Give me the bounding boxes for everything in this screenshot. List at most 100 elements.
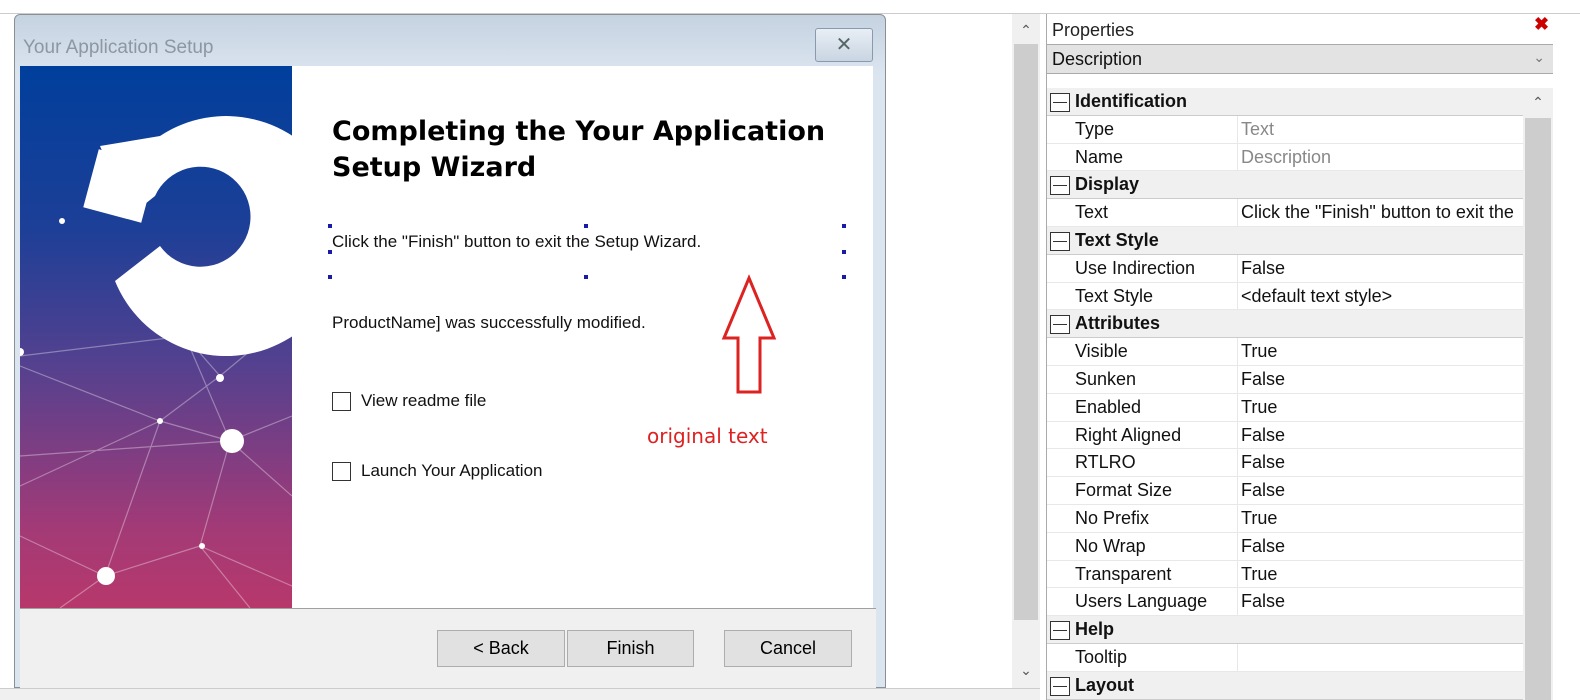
wizard-content: Completing the Your Application Setup Wi… [292, 66, 873, 608]
selection-handle[interactable] [328, 275, 332, 279]
selection-handle[interactable] [842, 224, 846, 228]
property-category[interactable]: Attributes [1047, 310, 1523, 339]
property-row[interactable]: Type Text [1047, 115, 1523, 144]
finish-button[interactable]: Finish [567, 630, 694, 667]
property-category[interactable]: Text Style [1047, 226, 1523, 255]
property-row[interactable]: No Prefix True [1047, 504, 1523, 533]
collapse-icon[interactable] [1050, 676, 1070, 696]
collapse-icon[interactable] [1050, 315, 1070, 335]
property-category[interactable]: Help [1047, 616, 1523, 644]
divider [1237, 365, 1238, 393]
chevron-up-icon[interactable]: ⌃ [1012, 22, 1040, 39]
divider [1237, 254, 1238, 282]
property-row[interactable]: Enabled True [1047, 393, 1523, 422]
category-label: Layout [1075, 674, 1135, 695]
property-row[interactable]: RTLRO False [1047, 449, 1523, 478]
property-category[interactable]: Layout [1047, 671, 1523, 700]
property-value[interactable]: <default text style> [1241, 286, 1521, 307]
category-label: Identification [1075, 91, 1187, 111]
chevron-up-icon[interactable]: ⌃ [1524, 94, 1552, 111]
property-name: No Wrap [1075, 535, 1146, 556]
property-row[interactable]: Use Indirection False [1047, 254, 1523, 283]
property-row[interactable]: Right Aligned False [1047, 421, 1523, 450]
dialog-title: Your Application Setup [23, 37, 214, 58]
cancel-button[interactable]: Cancel [724, 630, 852, 667]
chevron-down-icon: ⌄ [1533, 49, 1545, 65]
back-button[interactable]: < Back [437, 630, 565, 667]
scrollbar-thumb[interactable] [1014, 44, 1038, 620]
object-selector-dropdown[interactable]: Description ⌄ [1047, 44, 1553, 74]
checkbox-label: View readme file [361, 391, 487, 410]
checkbox[interactable] [332, 391, 351, 411]
selection-handle[interactable] [328, 224, 332, 228]
close-icon[interactable]: ✖ [1534, 14, 1549, 35]
property-name: No Prefix [1075, 507, 1150, 528]
property-value[interactable]: False [1241, 425, 1521, 446]
property-value[interactable]: False [1241, 536, 1521, 557]
selection-handle[interactable] [328, 250, 332, 254]
scrollbar-thumb[interactable] [1525, 118, 1551, 700]
property-value[interactable]: Click the "Finish" button to exit the [1241, 202, 1521, 223]
property-name: Tooltip [1075, 646, 1128, 667]
description-text[interactable]: Click the "Finish" button to exit the Se… [332, 232, 701, 252]
checkbox-label: Launch Your Application [361, 461, 543, 480]
button-bar: < Back Finish Cancel [20, 608, 876, 688]
property-row[interactable]: Format Size False [1047, 477, 1523, 505]
divider [1237, 421, 1238, 449]
property-name: Visible [1075, 341, 1128, 362]
selection-handle[interactable] [584, 224, 588, 228]
divider [1237, 282, 1238, 310]
checkbox[interactable] [332, 461, 351, 481]
collapse-icon[interactable] [1050, 231, 1070, 251]
selection-handle[interactable] [584, 275, 588, 279]
view-readme-checkbox[interactable]: View readme file [332, 391, 486, 411]
property-value[interactable]: False [1241, 591, 1521, 612]
divider [1237, 560, 1238, 588]
property-name: Name [1075, 146, 1124, 167]
selection-handle[interactable] [842, 275, 846, 279]
collapse-icon[interactable] [1050, 93, 1070, 112]
property-row[interactable]: Text Style <default text style> [1047, 282, 1523, 311]
property-row[interactable]: Tooltip [1047, 643, 1523, 672]
collapse-icon[interactable] [1050, 621, 1070, 641]
divider [1237, 449, 1238, 477]
divider [1237, 338, 1238, 365]
property-category[interactable]: Identification [1047, 88, 1523, 116]
property-value[interactable]: True [1241, 341, 1521, 362]
property-value[interactable]: False [1241, 480, 1521, 501]
wizard-banner-image [20, 66, 292, 608]
property-value[interactable]: False [1241, 452, 1521, 473]
property-name: Enabled [1075, 396, 1142, 417]
property-name: RTLRO [1075, 452, 1136, 473]
divider [1237, 588, 1238, 616]
property-row[interactable]: No Wrap False [1047, 532, 1523, 561]
selected-object: Description [1052, 49, 1143, 69]
property-value[interactable]: False [1241, 369, 1521, 390]
property-value[interactable]: True [1241, 508, 1521, 529]
collapse-icon[interactable] [1050, 176, 1070, 196]
close-button[interactable]: ✕ [815, 28, 873, 62]
horizontal-scrollbar[interactable] [0, 688, 1040, 700]
property-value[interactable]: Text [1241, 119, 1521, 140]
panel-title: Properties [1052, 20, 1135, 40]
property-row[interactable]: Sunken False [1047, 365, 1523, 394]
selection-handle[interactable] [842, 250, 846, 254]
property-category[interactable]: Display [1047, 171, 1523, 200]
divider [1237, 504, 1238, 532]
property-row[interactable]: Visible True [1047, 338, 1523, 366]
property-value[interactable]: True [1241, 564, 1521, 585]
property-row[interactable]: Transparent True [1047, 560, 1523, 589]
property-value[interactable]: Description [1241, 147, 1521, 168]
property-value[interactable]: False [1241, 258, 1521, 279]
divider [1237, 393, 1238, 421]
property-name: Sunken [1075, 368, 1137, 389]
property-value[interactable]: True [1241, 397, 1521, 418]
property-row[interactable]: Name Description [1047, 143, 1523, 172]
property-grid: Identification Type Text Name Description Dis… [1047, 88, 1523, 700]
launch-app-checkbox[interactable]: Launch Your Application [332, 461, 543, 481]
divider [1237, 532, 1238, 560]
chevron-down-icon[interactable]: ⌄ [1012, 662, 1040, 679]
property-row[interactable]: Users Language False [1047, 588, 1523, 617]
property-name: Text Style [1075, 285, 1154, 306]
property-row[interactable]: Text Click the "Finish" button to exit th… [1047, 199, 1523, 227]
